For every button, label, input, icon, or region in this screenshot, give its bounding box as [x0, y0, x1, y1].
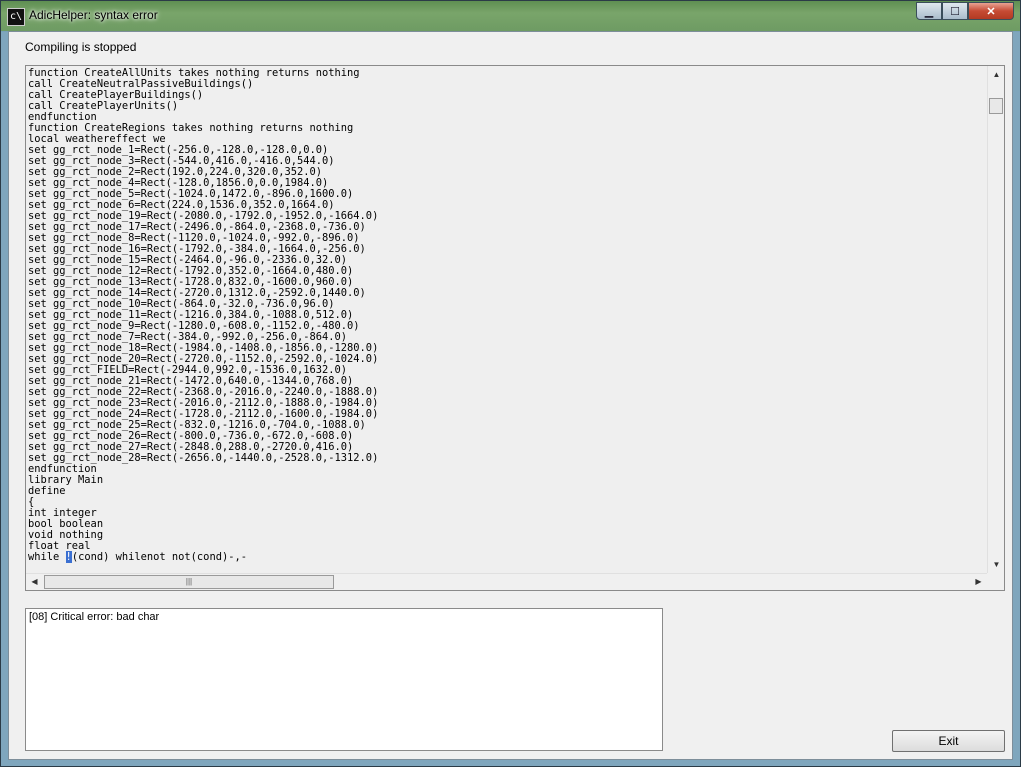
dialog-client-area: Compiling is stopped function CreateAllU… [8, 31, 1013, 760]
window-title: AdicHelper: syntax error [29, 8, 158, 22]
code-line: set gg_rct_node_28=Rect(-2656.0,-1440.0,… [28, 452, 379, 464]
code-line: { [28, 496, 35, 508]
vertical-scrollbar[interactable]: ▲ ▼ [987, 66, 1004, 573]
code-line: define [28, 485, 66, 497]
scroll-down-icon[interactable]: ▼ [988, 556, 1005, 573]
error-message: [08] Critical error: bad char [29, 611, 160, 623]
code-line: int integer [28, 507, 97, 519]
scroll-left-icon[interactable]: ◀ [26, 574, 43, 591]
code-line: function CreateRegions takes nothing ret… [28, 122, 354, 134]
code-line: library Main [28, 474, 104, 486]
code-line: void nothing [28, 529, 104, 541]
minimize-button[interactable]: ▁ [916, 2, 942, 20]
title-bar[interactable]: c\ AdicHelper: syntax error ▁ ☐ ✕ [1, 1, 1020, 31]
code-line: endfunction [28, 463, 97, 475]
source-code-view[interactable]: function CreateAllUnits takes nothing re… [25, 65, 1005, 591]
close-button[interactable]: ✕ [968, 2, 1014, 20]
code-line: call CreatePlayerUnits() [28, 100, 179, 112]
code-fragment: while [28, 551, 66, 563]
exit-button[interactable]: Exit [892, 730, 1005, 752]
code-fragment: (cond) whilenot not(cond)-,- [71, 551, 247, 563]
scrollbar-corner [987, 573, 1004, 590]
app-window: c\ AdicHelper: syntax error ▁ ☐ ✕ Compil… [0, 0, 1021, 767]
vertical-scroll-thumb[interactable] [989, 98, 1003, 114]
app-icon: c\ [7, 8, 25, 26]
code-line-error: while !(cond) whilenot not(cond)-,- [28, 551, 986, 563]
error-output[interactable]: [08] Critical error: bad char [25, 608, 663, 751]
source-code-text[interactable]: function CreateAllUnits takes nothing re… [28, 68, 986, 571]
scroll-up-icon[interactable]: ▲ [988, 66, 1005, 83]
compile-status-label: Compiling is stopped [25, 40, 137, 54]
code-line: bool boolean [28, 518, 104, 530]
maximize-button[interactable]: ☐ [942, 2, 968, 20]
window-controls: ▁ ☐ ✕ [916, 2, 1014, 20]
scroll-right-icon[interactable]: ▶ [970, 574, 987, 591]
horizontal-scroll-thumb[interactable]: ||| [44, 575, 334, 589]
horizontal-scrollbar[interactable]: ◀ ||| ▶ [26, 573, 987, 590]
